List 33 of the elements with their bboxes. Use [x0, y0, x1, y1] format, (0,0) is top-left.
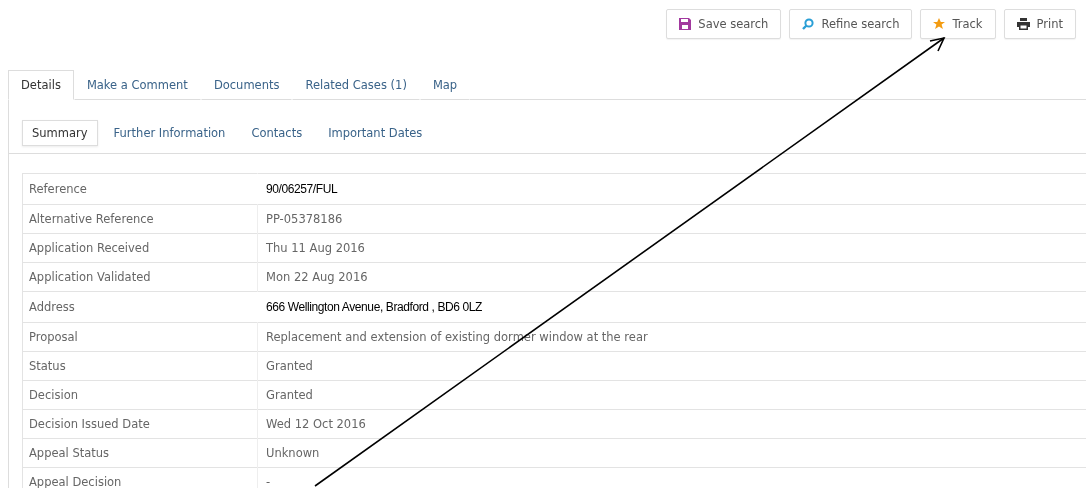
- search-icon: [802, 18, 815, 30]
- field-value: Wed 12 Oct 2016: [266, 417, 366, 431]
- tab[interactable]: Details: [8, 70, 74, 100]
- tab[interactable]: Make a Comment: [73, 70, 201, 100]
- print-button[interactable]: Print: [1003, 9, 1076, 39]
- field-label: Status: [22, 351, 258, 381]
- track-button[interactable]: Track: [920, 9, 996, 39]
- field-label: Application Received: [22, 233, 258, 263]
- field-value: Mon 22 Aug 2016: [266, 270, 368, 284]
- field-value: PP-05378186: [266, 212, 343, 226]
- tab[interactable]: Map: [419, 70, 471, 100]
- field-value: Thu 11 Aug 2016: [266, 241, 365, 255]
- refine-search-button[interactable]: Refine search: [789, 9, 913, 39]
- field-label: Application Validated: [22, 262, 258, 292]
- field-value: Unknown: [266, 446, 320, 460]
- field-label: Decision: [22, 380, 258, 410]
- printer-icon: [1016, 18, 1030, 30]
- star-icon: [933, 18, 946, 30]
- subtab[interactable]: Contacts: [241, 120, 313, 146]
- subtab[interactable]: Summary: [22, 120, 98, 146]
- field-label: Appeal Decision: [22, 467, 258, 488]
- tab[interactable]: Related Cases (1): [292, 70, 420, 100]
- field-value: Granted: [266, 359, 313, 373]
- field-label: Alternative Reference: [22, 204, 258, 234]
- field-label: Appeal Status: [22, 438, 258, 468]
- field-label: Decision Issued Date: [22, 409, 258, 439]
- subtab[interactable]: Further Information: [103, 120, 236, 146]
- subtab[interactable]: Important Dates: [318, 120, 433, 146]
- field-value: -: [266, 475, 271, 488]
- tab[interactable]: Documents: [200, 70, 293, 100]
- save-search-button[interactable]: Save search: [666, 9, 782, 39]
- field-value: Granted: [266, 388, 313, 402]
- field-label: Proposal: [22, 322, 258, 352]
